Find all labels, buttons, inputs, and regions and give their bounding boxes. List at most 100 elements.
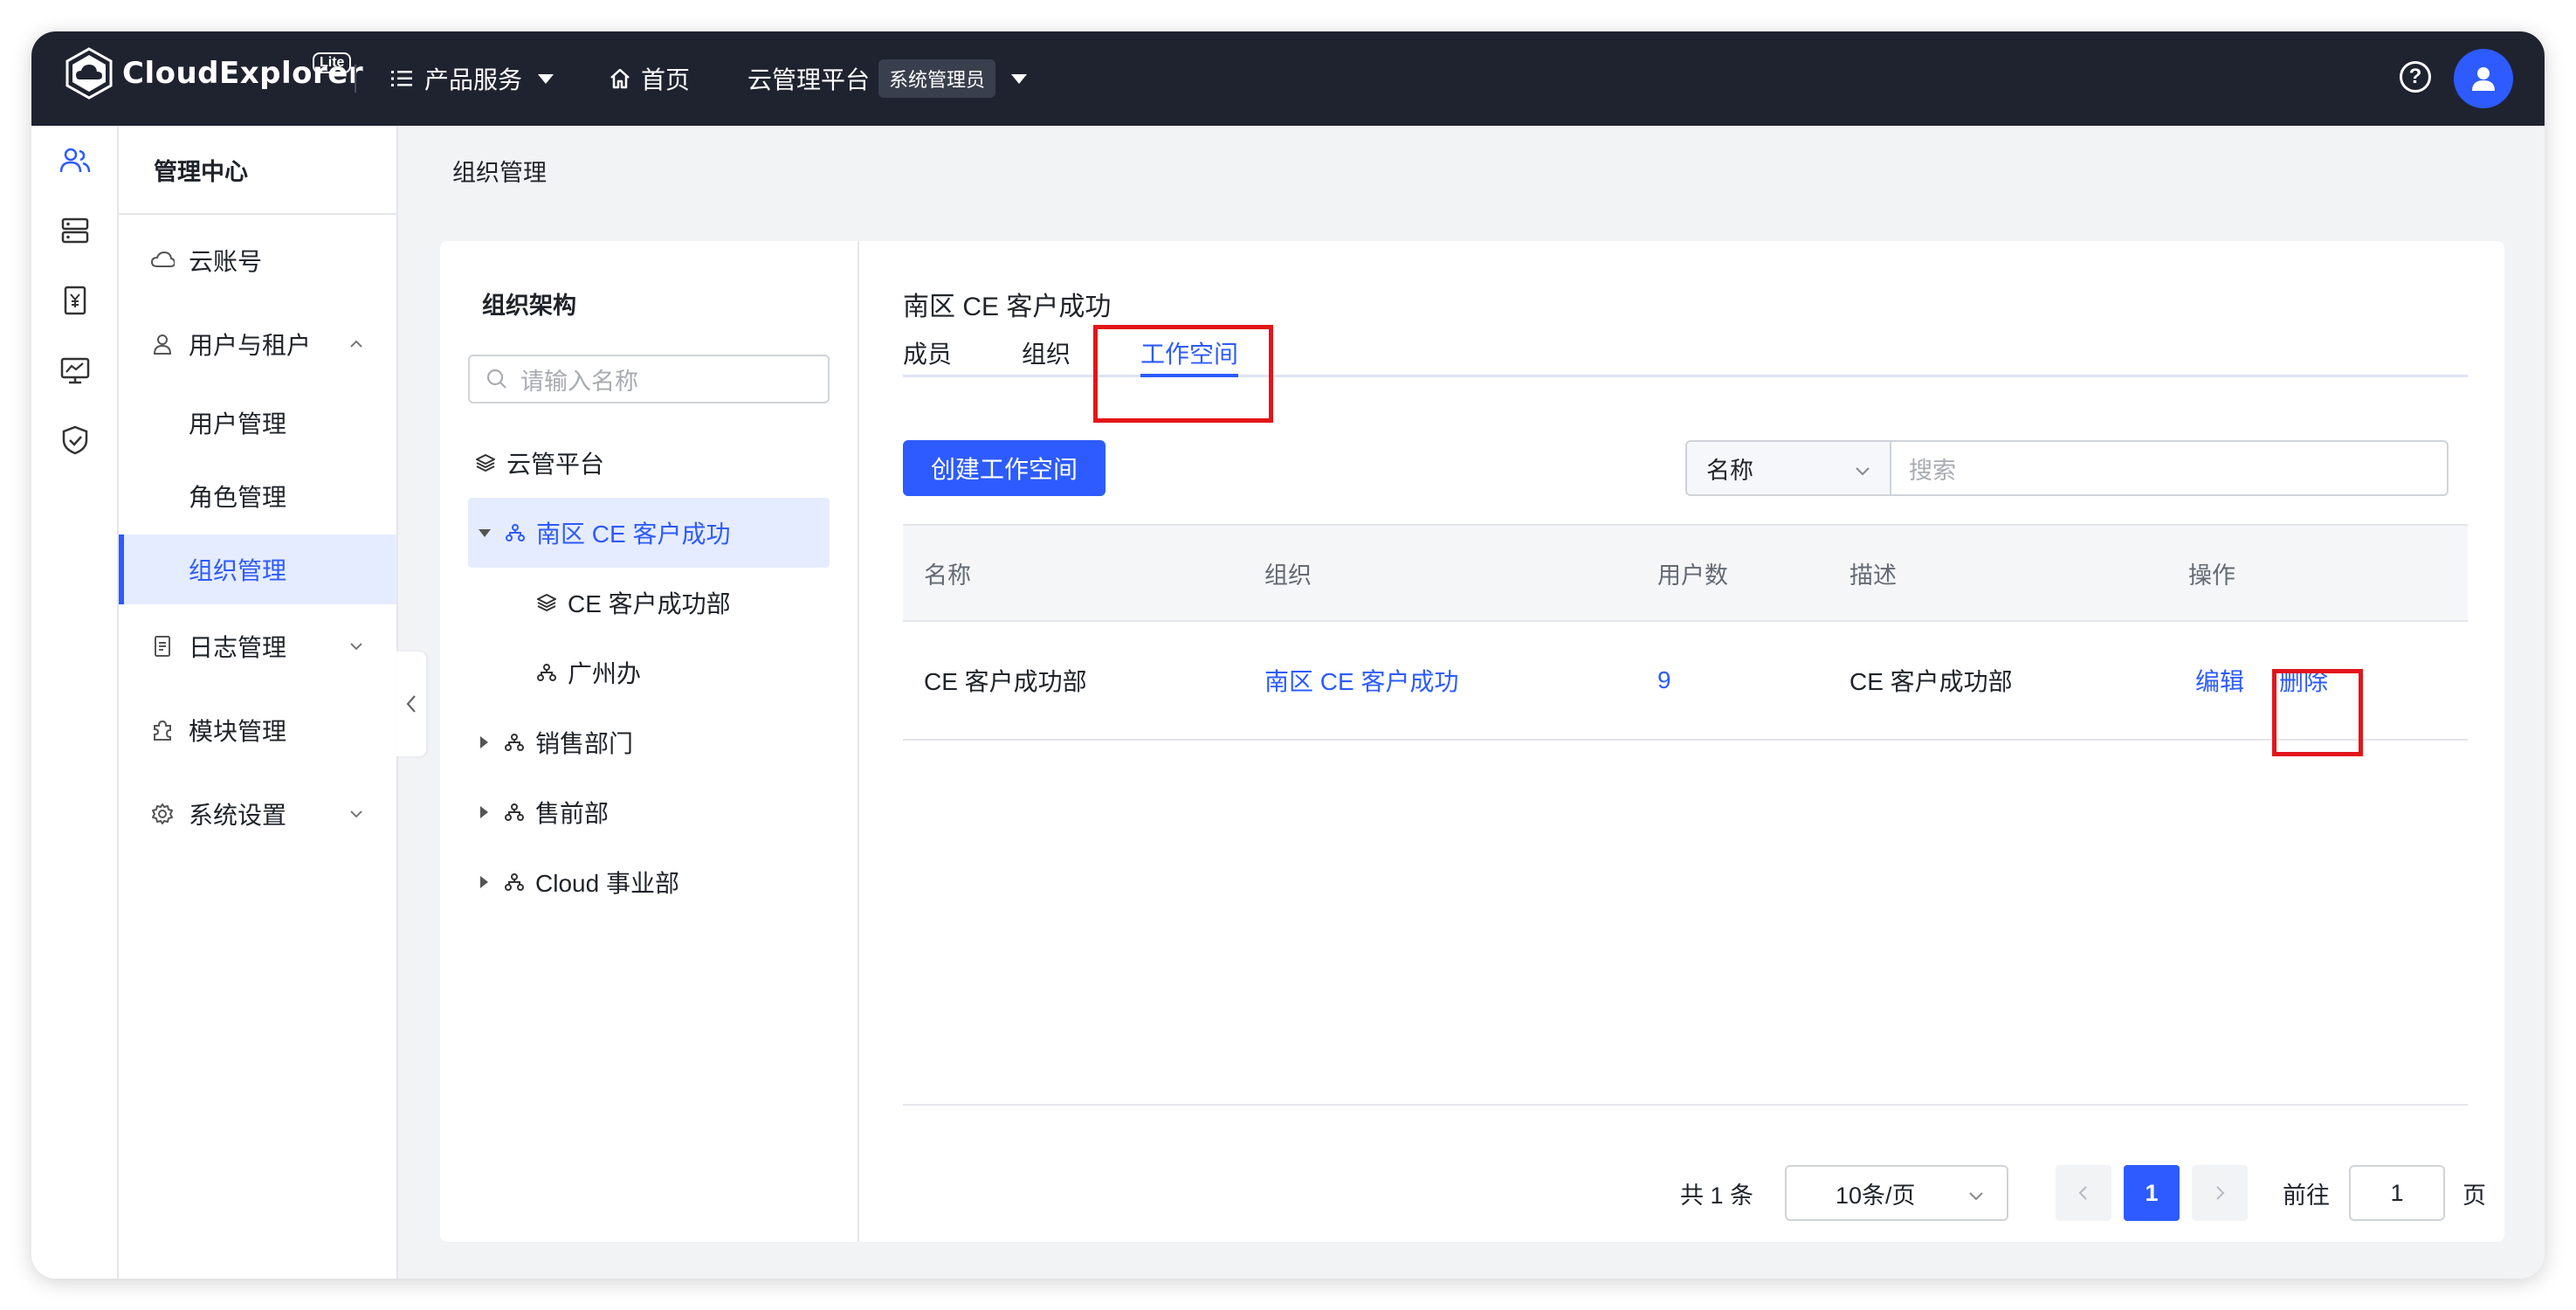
sidebar-collapse-toggle[interactable] bbox=[396, 652, 426, 756]
top-navigation-bar: CloudExplorer Lite 产品服务 首页 云管理平台 系统管理员 ? bbox=[31, 31, 2545, 126]
tab-organizations[interactable]: 组织 bbox=[1022, 335, 1071, 377]
org-search-placeholder: 请输入名称 bbox=[520, 368, 638, 395]
tree-node-cloud-division[interactable]: Cloud 事业部 bbox=[480, 847, 679, 917]
tab-members[interactable]: 成员 bbox=[903, 335, 952, 377]
gear-icon bbox=[148, 800, 176, 828]
chevron-left-icon bbox=[406, 695, 416, 713]
home-icon bbox=[610, 68, 630, 89]
chevron-up-icon bbox=[350, 340, 362, 348]
table-row: CE 客户成功部 南区 CE 客户成功 9 CE 客户成功部 编辑 删除 bbox=[903, 622, 2468, 741]
goto-label: 前往 bbox=[2283, 1182, 2330, 1209]
page-number-current[interactable]: 1 bbox=[2124, 1165, 2180, 1221]
shield-check-icon[interactable] bbox=[58, 423, 93, 458]
home-link-label: 首页 bbox=[641, 66, 691, 93]
layers-icon bbox=[473, 451, 498, 475]
page-size-select[interactable]: 10条/页 bbox=[1785, 1165, 2008, 1221]
column-header-description: 描述 bbox=[1849, 562, 1897, 589]
platform-label: 云管理平台 bbox=[747, 66, 871, 93]
cell-workspace-name: CE 客户成功部 bbox=[924, 668, 1087, 695]
filter-field-value: 名称 bbox=[1706, 457, 1753, 484]
sidebar-item-label: 用户管理 bbox=[189, 410, 287, 438]
products-menu[interactable]: 产品服务 bbox=[389, 58, 554, 100]
app-logo[interactable]: CloudExplorer Lite bbox=[63, 47, 363, 100]
chevron-down-icon bbox=[350, 643, 362, 651]
home-link[interactable]: 首页 bbox=[608, 58, 690, 100]
column-header-org: 组织 bbox=[1264, 562, 1312, 589]
column-header-users: 用户数 bbox=[1657, 562, 1728, 589]
sidebar-item-label: 日志管理 bbox=[189, 634, 287, 661]
logo-hexagon-icon bbox=[65, 47, 113, 100]
sidebar-item-org-management[interactable]: 组织管理 bbox=[119, 534, 396, 604]
tree-node-guangzhou[interactable]: 广州办 bbox=[534, 638, 641, 707]
tree-node-sales[interactable]: 销售部门 bbox=[480, 707, 633, 777]
org-search-input[interactable]: 请输入名称 bbox=[468, 355, 830, 403]
tree-node-south-ce[interactable]: 南区 CE 客户成功 bbox=[468, 498, 830, 568]
user-icon bbox=[148, 330, 176, 358]
collapsed-caret-icon[interactable] bbox=[480, 736, 488, 748]
sidebar-item-label: 模块管理 bbox=[189, 718, 287, 745]
edit-button[interactable]: 编辑 bbox=[2195, 622, 2244, 739]
sidebar-item-label: 组织管理 bbox=[189, 557, 287, 584]
prev-page-button[interactable] bbox=[2056, 1165, 2111, 1221]
chevron-left-icon bbox=[2078, 1186, 2087, 1200]
sidebar-item-log-management[interactable]: 日志管理 bbox=[119, 611, 396, 681]
expanded-caret-icon bbox=[479, 528, 491, 537]
create-workspace-button[interactable]: 创建工作空间 bbox=[903, 440, 1105, 496]
org-tree-panel: 组织架构 请输入名称 云管平台 南区 CE 客户成功 CE 客户成功部 广州办 bbox=[440, 241, 859, 1242]
app-window: CloudExplorer Lite 产品服务 首页 云管理平台 系统管理员 ? bbox=[31, 31, 2545, 1279]
sidebar-header: 管理中心 bbox=[119, 126, 396, 215]
org-icon bbox=[502, 870, 527, 894]
sidebar-item-module-management[interactable]: 模块管理 bbox=[119, 695, 396, 765]
caret-down-icon bbox=[1011, 73, 1028, 84]
sidebar-item-label: 系统设置 bbox=[189, 802, 287, 829]
tree-node-label: 销售部门 bbox=[535, 730, 634, 757]
server-icon[interactable] bbox=[58, 213, 93, 248]
chevron-down-icon bbox=[1969, 1192, 1983, 1201]
tree-node-label: 广州办 bbox=[568, 660, 642, 687]
sidebar-item-cloud-account[interactable]: 云账号 bbox=[119, 225, 396, 295]
products-menu-label: 产品服务 bbox=[424, 66, 523, 93]
user-avatar[interactable] bbox=[2454, 49, 2513, 108]
users-icon[interactable] bbox=[58, 143, 93, 178]
workspace-search-input[interactable]: 搜索 bbox=[1890, 440, 2449, 496]
pagination-total: 共 1 条 bbox=[1680, 1182, 1754, 1209]
chevron-down-icon bbox=[350, 810, 362, 818]
tree-node-label: Cloud 事业部 bbox=[535, 870, 679, 897]
collapsed-caret-icon[interactable] bbox=[480, 876, 488, 888]
sidebar-item-users-tenants[interactable]: 用户与租户 bbox=[119, 309, 396, 379]
org-icon bbox=[502, 730, 527, 755]
org-icon bbox=[502, 800, 527, 824]
billing-icon[interactable] bbox=[58, 283, 93, 318]
next-page-button[interactable] bbox=[2192, 1165, 2248, 1221]
workspace-tab-highlight bbox=[1093, 325, 1273, 423]
role-badge: 系统管理员 bbox=[878, 59, 996, 98]
user-icon bbox=[2472, 67, 2495, 91]
workspace-table: 名称 组织 用户数 描述 操作 CE 客户成功部 南区 CE 客户成功 9 CE… bbox=[903, 524, 2468, 741]
tree-node-presales[interactable]: 售前部 bbox=[480, 777, 609, 847]
sidebar-item-label: 云账号 bbox=[189, 248, 263, 275]
goto-page-input[interactable]: 1 bbox=[2349, 1165, 2445, 1221]
sidebar-item-label: 用户与租户 bbox=[189, 332, 312, 359]
cell-org-link[interactable]: 南区 CE 客户成功 bbox=[1264, 622, 1458, 739]
tree-node-ce-success-dept[interactable]: CE 客户成功部 bbox=[534, 568, 731, 638]
column-header-name: 名称 bbox=[924, 562, 971, 589]
filter-field-select[interactable]: 名称 bbox=[1685, 440, 1891, 496]
sidebar-item-label: 角色管理 bbox=[189, 484, 287, 511]
chevron-right-icon bbox=[2216, 1186, 2225, 1200]
tree-node-cloud-platform[interactable]: 云管平台 bbox=[468, 428, 830, 498]
collapsed-caret-icon[interactable] bbox=[480, 806, 488, 818]
cell-user-count-link[interactable]: 9 bbox=[1657, 622, 1671, 739]
org-detail-panel: 南区 CE 客户成功 成员 组织 工作空间 创建工作空间 名称 搜索 名称 组织… bbox=[859, 241, 2504, 1242]
sidebar-item-system-settings[interactable]: 系统设置 bbox=[119, 779, 396, 849]
platform-switcher[interactable]: 云管理平台 系统管理员 bbox=[747, 58, 1028, 100]
page-title: 组织管理 bbox=[452, 160, 547, 186]
table-header: 名称 组织 用户数 描述 操作 bbox=[903, 524, 2468, 622]
monitor-chart-icon[interactable] bbox=[58, 353, 93, 388]
org-tree-title: 组织架构 bbox=[482, 293, 576, 319]
delete-button-highlight bbox=[2272, 669, 2363, 756]
column-header-actions: 操作 bbox=[2188, 562, 2235, 589]
help-icon[interactable]: ? bbox=[2400, 61, 2431, 93]
sidebar-item-role-management[interactable]: 角色管理 bbox=[119, 461, 396, 531]
caret-down-icon bbox=[538, 73, 554, 84]
sidebar-item-user-management[interactable]: 用户管理 bbox=[119, 388, 396, 458]
